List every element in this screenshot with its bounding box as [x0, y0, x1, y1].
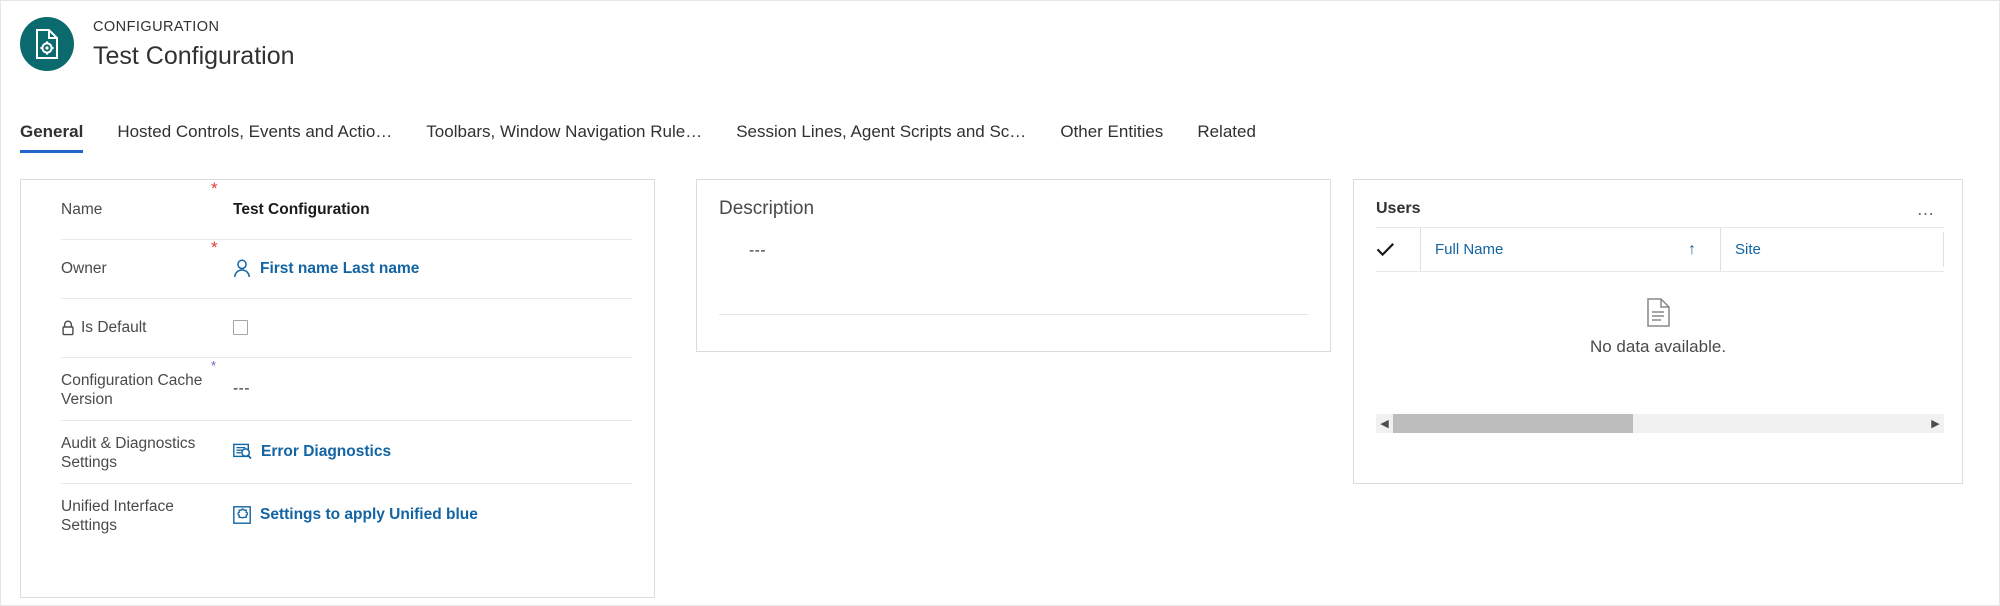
unified-interface-settings-label-text: Unified Interface Settings [61, 497, 174, 534]
scrollbar-track[interactable] [1393, 414, 1927, 433]
name-label-text: Name [61, 201, 103, 218]
configuration-record-page: CONFIGURATION Test Configuration General… [0, 0, 2000, 606]
is-default-required-asterisk [211, 298, 233, 302]
unified-interface-required-asterisk [211, 483, 233, 487]
column-header-full-name[interactable]: Full Name ↑ [1420, 228, 1720, 271]
record-header: CONFIGURATION Test Configuration [20, 11, 295, 77]
form-row-audit-diagnostics-settings: Audit & Diagnostics Settings Error Diagn… [21, 420, 654, 483]
audit-diagnostics-settings-label: Audit & Diagnostics Settings [61, 432, 211, 472]
audit-diagnostics-settings-value[interactable]: Error Diagnostics [233, 442, 630, 461]
grid-header-end-divider [1943, 232, 1944, 267]
form-row-name: Name * Test Configuration [21, 180, 654, 239]
unified-interface-settings-label: Unified Interface Settings [61, 495, 211, 535]
description-label: Description [719, 198, 815, 219]
error-diagnostics-link-text[interactable]: Error Diagnostics [261, 442, 391, 461]
users-panel-title: Users [1376, 199, 1421, 217]
column-header-site[interactable]: Site [1720, 228, 1900, 271]
unified-interface-settings-value[interactable]: Settings to apply Unified blue [233, 505, 630, 524]
tab-hosted-controls[interactable]: Hosted Controls, Events and Actio… [117, 122, 392, 153]
unified-interface-link-text[interactable]: Settings to apply Unified blue [260, 505, 478, 524]
more-options-icon[interactable]: … [1915, 200, 1939, 218]
scroll-right-icon[interactable]: ▶ [1927, 417, 1944, 430]
is-default-value [233, 320, 630, 335]
empty-state-message: No data available. [1589, 337, 1727, 356]
description-field-underline [719, 314, 1308, 315]
empty-document-icon [1646, 298, 1671, 327]
configuration-document-gear-icon [20, 17, 74, 71]
name-required-asterisk: * [211, 179, 218, 198]
owner-label: Owner [61, 259, 211, 278]
select-all-checkmark-icon[interactable] [1376, 242, 1420, 257]
form-row-configuration-cache-version: Configuration Cache Version * --- [21, 357, 654, 420]
owner-value[interactable]: First name Last name [233, 259, 630, 278]
record-header-text: CONFIGURATION Test Configuration [93, 18, 295, 71]
users-subgrid-panel: Users … Full Name ↑ Site No data availab… [1353, 179, 1963, 484]
tab-toolbars[interactable]: Toolbars, Window Navigation Rule… [426, 122, 702, 153]
column-header-full-name-label: Full Name [1435, 241, 1504, 258]
owner-required-asterisk: * [211, 238, 218, 257]
is-default-label-text: Is Default [81, 319, 147, 336]
tab-related[interactable]: Related [1197, 122, 1256, 153]
person-icon [233, 259, 251, 278]
tab-general[interactable]: General [20, 122, 84, 153]
tab-bar: General Hosted Controls, Events and Acti… [20, 122, 1290, 160]
description-value[interactable]: --- [697, 220, 1330, 260]
configuration-cache-version-label: Configuration Cache Version [61, 369, 211, 409]
error-diagnostics-icon [233, 443, 252, 460]
users-horizontal-scrollbar[interactable]: ◀ ▶ [1376, 414, 1944, 433]
scroll-left-icon[interactable]: ◀ [1376, 417, 1393, 430]
audit-diagnostics-settings-label-text: Audit & Diagnostics Settings [61, 434, 196, 471]
form-row-unified-interface-settings: Unified Interface Settings Settings to a… [21, 483, 654, 546]
scrollbar-thumb[interactable] [1393, 414, 1634, 433]
form-row-is-default: Is Default [21, 298, 654, 357]
is-default-label: Is Default [61, 318, 211, 337]
users-grid-header: Full Name ↑ Site [1354, 228, 1962, 271]
page-title: Test Configuration [93, 41, 295, 70]
column-header-site-label: Site [1735, 241, 1761, 258]
name-label: Name [61, 200, 211, 219]
tab-other-entities[interactable]: Other Entities [1060, 122, 1163, 153]
audit-diagnostics-required-asterisk [211, 420, 233, 424]
form-row-owner: Owner * First name Last name [21, 239, 654, 298]
lock-icon [61, 320, 75, 336]
users-panel-header: Users … [1354, 180, 1962, 222]
tab-session-lines[interactable]: Session Lines, Agent Scripts and Sc… [736, 122, 1026, 153]
general-form-panel: Name * Test Configuration Owner * First … [20, 179, 655, 598]
description-panel: Description --- [696, 179, 1331, 352]
entity-type-label: CONFIGURATION [93, 18, 220, 35]
name-value[interactable]: Test Configuration [233, 200, 630, 219]
configuration-cache-version-value[interactable]: --- [233, 379, 630, 398]
owner-label-text: Owner [61, 260, 107, 277]
owner-link-text[interactable]: First name Last name [260, 259, 419, 278]
configuration-cache-version-label-text: Configuration Cache Version [61, 371, 203, 408]
puzzle-settings-icon [233, 505, 251, 524]
sort-ascending-icon[interactable]: ↑ [1688, 241, 1696, 259]
configuration-cache-version-required-asterisk: * [211, 358, 217, 373]
is-default-checkbox[interactable] [233, 320, 248, 335]
users-empty-state: No data available. [1354, 272, 1962, 357]
